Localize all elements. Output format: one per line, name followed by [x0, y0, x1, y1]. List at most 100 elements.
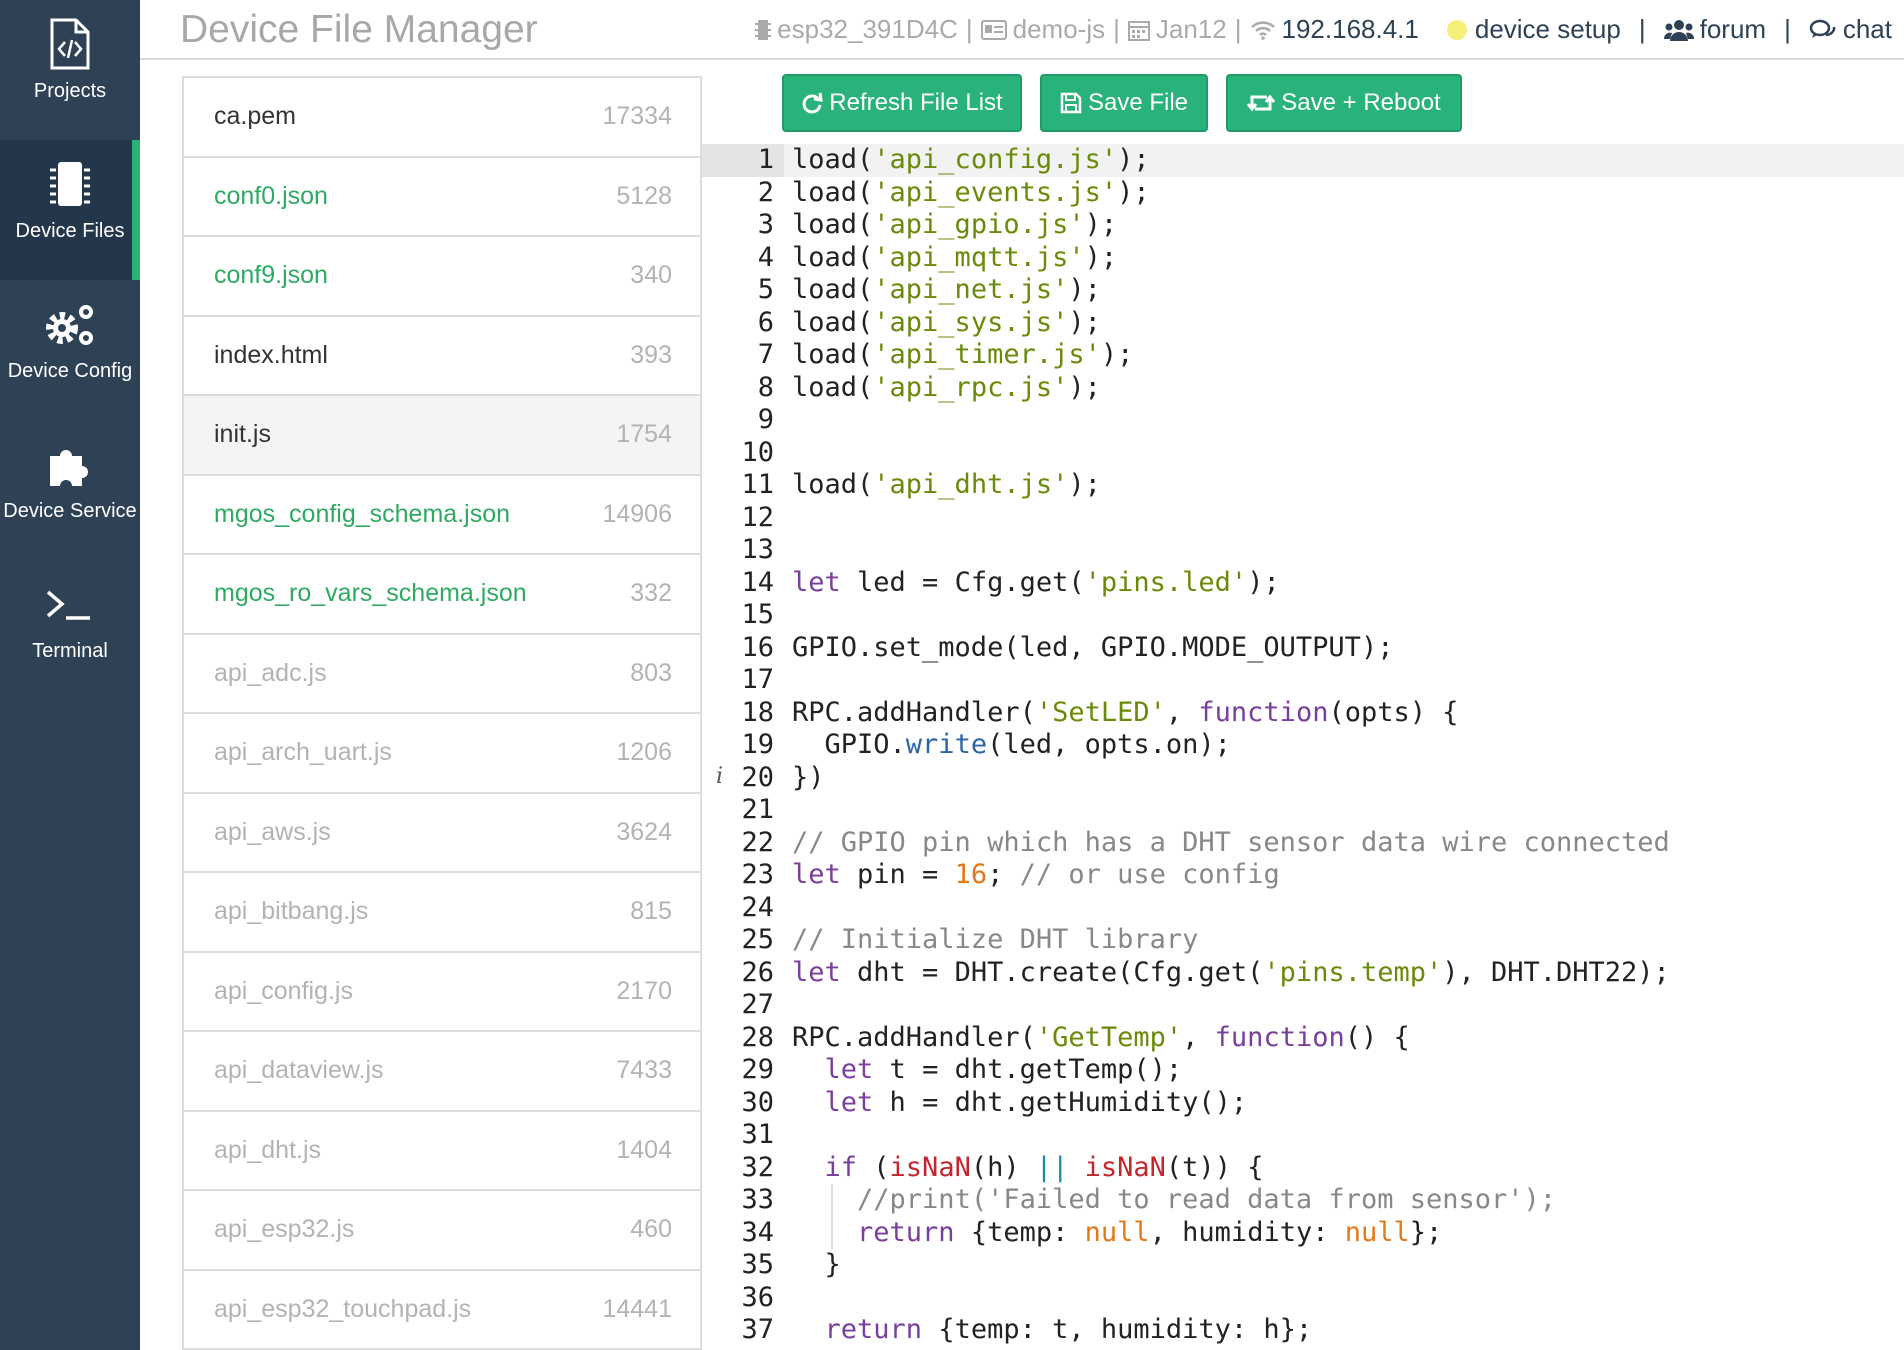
- code-token: ,: [1182, 1021, 1215, 1053]
- device-setup-link[interactable]: device setup: [1475, 14, 1621, 45]
- nav-device-config[interactable]: Device Config: [0, 280, 140, 420]
- code-line[interactable]: load('api_net.js');: [792, 274, 1101, 307]
- code-token: (led, opts.on);: [987, 729, 1231, 760]
- code-token: 'api_events.js': [873, 176, 1118, 208]
- file-row[interactable]: api_adc.js 803: [184, 635, 700, 714]
- file-size: 393: [630, 340, 672, 369]
- line-number: 25: [741, 924, 774, 955]
- file-row[interactable]: api_bitbang.js 815: [184, 873, 700, 953]
- file-name: index.html: [214, 340, 328, 369]
- file-row[interactable]: index.html 393: [184, 317, 700, 396]
- save-reboot-button[interactable]: Save + Reboot: [1226, 74, 1462, 132]
- code-line[interactable]: GPIO.write(led, opts.on);: [792, 729, 1231, 762]
- line-number: 11: [741, 469, 774, 500]
- file-row[interactable]: mgos_ro_vars_schema.json 332: [184, 555, 700, 635]
- file-row[interactable]: mgos_config_schema.json 14906: [184, 476, 700, 555]
- chat-link[interactable]: chat: [1809, 14, 1892, 45]
- code-line[interactable]: load('api_config.js');: [792, 144, 1150, 177]
- code-token: led = Cfg.get(: [840, 566, 1085, 598]
- save-file-button[interactable]: Save File: [1040, 74, 1208, 132]
- code-line[interactable]: RPC.addHandler('GetTemp', function() {: [792, 1022, 1410, 1055]
- code-token: pin =: [840, 859, 955, 890]
- nav-terminal[interactable]: Terminal: [0, 560, 140, 700]
- code-line[interactable]: return {temp: null, humidity: null};: [792, 1217, 1442, 1250]
- code-line[interactable]: //print('Failed to read data from sensor…: [792, 1184, 1556, 1217]
- file-row[interactable]: conf9.json 340: [184, 237, 700, 317]
- code-line[interactable]: }): [792, 762, 825, 795]
- file-name: api_esp32_touchpad.js: [214, 1294, 472, 1323]
- code-line[interactable]: // GPIO pin which has a DHT sensor data …: [792, 827, 1670, 860]
- nav-projects[interactable]: Projects: [0, 0, 140, 140]
- nav-device-service[interactable]: Device Service: [0, 420, 140, 560]
- code-token: let: [824, 1086, 874, 1118]
- code-token: load(: [792, 339, 874, 370]
- file-row[interactable]: api_aws.js 3624: [184, 794, 700, 873]
- file-name: mgos_ro_vars_schema.json: [214, 579, 527, 607]
- code-token: {temp:: [954, 1216, 1085, 1248]
- chip-small-icon: [755, 19, 772, 40]
- code-line[interactable]: let dht = DHT.create(Cfg.get('pins.temp'…: [792, 957, 1670, 990]
- file-size: 17334: [602, 102, 672, 130]
- info-icon[interactable]: i: [716, 764, 723, 789]
- line-number: 14: [741, 566, 774, 598]
- file-row[interactable]: api_arch_uart.js 1206: [184, 714, 700, 794]
- forum-link[interactable]: forum: [1663, 14, 1766, 45]
- file-size: 803: [630, 658, 672, 687]
- code-line[interactable]: }: [792, 1249, 841, 1282]
- code-token: }: [792, 1249, 841, 1280]
- code-token: // Initialize DHT library: [792, 924, 1199, 955]
- code-line[interactable]: GPIO.set_mode(led, GPIO.MODE_OUTPUT);: [792, 632, 1393, 665]
- file-size: 7433: [616, 1056, 672, 1084]
- code-token: if: [824, 1151, 858, 1183]
- file-row[interactable]: init.js 1754: [184, 396, 700, 476]
- line-number: 21: [741, 794, 774, 825]
- code-line[interactable]: return {temp: t, humidity: h};: [792, 1314, 1313, 1347]
- code-line[interactable]: let led = Cfg.get('pins.led');: [792, 567, 1280, 600]
- code-line[interactable]: let h = dht.getHumidity();: [792, 1086, 1248, 1120]
- file-row[interactable]: api_dht.js 1404: [184, 1112, 700, 1191]
- line-number: 32: [741, 1151, 774, 1183]
- device-status-bar: esp32_391D4C | demo-js | Jan12 | 192.168…: [755, 14, 1892, 45]
- code-line[interactable]: let pin = 16; // or use config: [792, 859, 1280, 892]
- file-size: 1754: [616, 420, 672, 448]
- refresh-file-list-button[interactable]: Refresh File List: [782, 74, 1022, 132]
- nav-label: Device Config: [7, 360, 133, 382]
- code-token: );: [1084, 241, 1118, 273]
- file-row[interactable]: conf0.json 5128: [184, 158, 700, 237]
- file-row[interactable]: api_dataview.js 7433: [184, 1032, 700, 1112]
- code-editor[interactable]: 1 2 3 4 5 6 7 8 9 10 11 12 13 14 15 16 17 18 19 20 i 21 22 23 24…: [702, 144, 1904, 1350]
- file-row[interactable]: api_esp32.js 460: [184, 1191, 700, 1271]
- line-number: 26: [741, 956, 774, 988]
- code-token: return: [857, 1216, 955, 1248]
- code-line[interactable]: if (isNaN(h) || isNaN(t)) {: [792, 1151, 1264, 1185]
- code-line[interactable]: load('api_rpc.js');: [792, 372, 1101, 405]
- file-row[interactable]: api_config.js 2170: [184, 953, 700, 1032]
- file-size: 815: [630, 897, 672, 925]
- code-token: );: [1084, 209, 1118, 240]
- code-line[interactable]: load('api_timer.js');: [792, 339, 1133, 372]
- code-token: );: [1117, 144, 1150, 175]
- code-token: load(: [792, 274, 874, 305]
- chip-icon: [0, 158, 140, 210]
- code-token: load(: [792, 241, 874, 273]
- code-line[interactable]: load('api_mqtt.js');: [792, 242, 1117, 275]
- file-row[interactable]: api_esp32_touchpad.js 14441: [184, 1271, 700, 1350]
- code-line[interactable]: load('api_events.js');: [792, 177, 1150, 210]
- line-number: 33: [741, 1184, 774, 1215]
- refresh-icon: [802, 92, 824, 114]
- file-name: ca.pem: [214, 102, 296, 130]
- code-line[interactable]: load('api_dht.js');: [792, 469, 1101, 502]
- app-name: demo-js: [980, 14, 1105, 45]
- code-token: {temp: t, humidity: h};: [922, 1314, 1313, 1345]
- code-line[interactable]: load('api_sys.js');: [792, 307, 1101, 340]
- separator: |: [1234, 14, 1242, 44]
- code-line[interactable]: load('api_gpio.js');: [792, 209, 1117, 242]
- line-number: 7: [757, 339, 774, 370]
- code-line[interactable]: // Initialize DHT library: [792, 924, 1198, 957]
- code-line[interactable]: let t = dht.getTemp();: [792, 1054, 1183, 1087]
- code-line[interactable]: RPC.addHandler('SetLED', function(opts) …: [792, 697, 1459, 730]
- file-row[interactable]: ca.pem 17334: [184, 78, 700, 158]
- code-token: 'SetLED': [1035, 696, 1166, 728]
- nav-device-files[interactable]: Device Files: [0, 140, 140, 280]
